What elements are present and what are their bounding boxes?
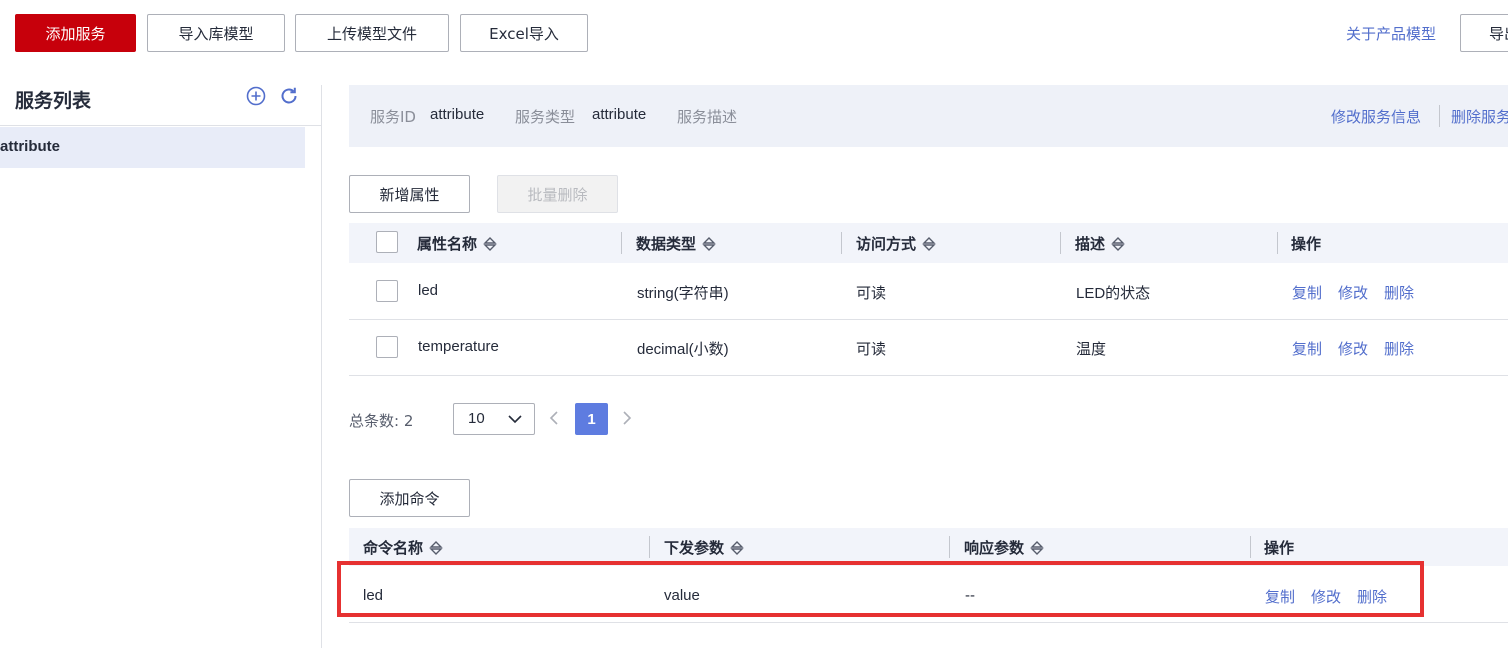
- col-data-type[interactable]: 数据类型: [636, 233, 716, 254]
- service-type-label: 服务类型: [515, 108, 576, 126]
- col-command-operations: 操作: [1264, 539, 1295, 557]
- total-count: 总条数: 2: [349, 412, 414, 430]
- property-name: led: [418, 282, 439, 299]
- edit-link[interactable]: 修改: [1338, 338, 1368, 359]
- property-access: 可读: [856, 340, 887, 358]
- col-response-params[interactable]: 响应参数: [964, 537, 1044, 558]
- row-checkbox[interactable]: [376, 336, 398, 358]
- add-circle-icon[interactable]: [246, 86, 266, 110]
- property-desc: LED的状态: [1076, 285, 1151, 302]
- service-list-title: 服务列表: [15, 90, 92, 112]
- col-separator[interactable]: [649, 536, 650, 558]
- excel-import-button[interactable]: Excel导入: [460, 14, 588, 52]
- edit-service-link[interactable]: 修改服务信息: [1331, 106, 1421, 127]
- refresh-icon[interactable]: [278, 85, 300, 111]
- service-id-label: 服务ID: [370, 108, 416, 126]
- col-separator[interactable]: [949, 536, 950, 558]
- select-all-checkbox[interactable]: [376, 231, 398, 253]
- sort-icon[interactable]: [730, 540, 744, 556]
- table-row: temperature decimal(小数) 可读 温度 复制 修改 删除: [349, 320, 1508, 376]
- export-button[interactable]: 导出: [1460, 14, 1508, 52]
- sort-icon[interactable]: [702, 236, 716, 252]
- page-size-select[interactable]: 10: [453, 403, 535, 435]
- copy-link[interactable]: 复制: [1292, 338, 1322, 359]
- page-size-value: 10: [468, 410, 485, 427]
- col-operations: 操作: [1291, 235, 1322, 253]
- page-number[interactable]: 1: [575, 403, 608, 435]
- add-service-button[interactable]: 添加服务: [15, 14, 136, 52]
- highlight-box: [337, 561, 1424, 617]
- delete-link[interactable]: 删除: [1384, 282, 1414, 303]
- left-divider: [0, 125, 322, 126]
- batch-delete-button[interactable]: 批量删除: [497, 175, 618, 213]
- sort-icon[interactable]: [429, 540, 443, 556]
- col-separator[interactable]: [1060, 232, 1061, 254]
- col-description[interactable]: 描述: [1075, 233, 1125, 254]
- add-property-button[interactable]: 新增属性: [349, 175, 470, 213]
- prev-page-icon[interactable]: [549, 410, 559, 430]
- property-desc: 温度: [1076, 340, 1107, 358]
- upload-model-button[interactable]: 上传模型文件: [295, 14, 449, 52]
- col-property-name[interactable]: 属性名称: [417, 233, 497, 254]
- property-type: decimal(小数): [637, 341, 729, 358]
- chevron-down-icon: [508, 415, 522, 424]
- row-checkbox[interactable]: [376, 280, 398, 302]
- edit-link[interactable]: 修改: [1338, 282, 1368, 303]
- service-id-value: attribute: [430, 106, 485, 123]
- delete-link[interactable]: 删除: [1384, 338, 1414, 359]
- col-separator[interactable]: [1250, 536, 1251, 558]
- service-list-item-label: attribute: [0, 138, 60, 155]
- property-type: string(字符串): [637, 285, 729, 302]
- sort-icon[interactable]: [922, 236, 936, 252]
- table-row: led string(字符串) 可读 LED的状态 复制 修改 删除: [349, 263, 1508, 320]
- service-info-bar: 服务ID attribute 服务类型 attribute 服务描述 修改服务信…: [349, 85, 1508, 147]
- about-model-link[interactable]: 关于产品模型: [1346, 23, 1436, 44]
- copy-link[interactable]: 复制: [1292, 282, 1322, 303]
- service-type-value: attribute: [592, 106, 647, 123]
- sort-icon[interactable]: [1030, 540, 1044, 556]
- sort-icon[interactable]: [1111, 236, 1125, 252]
- col-access[interactable]: 访问方式: [856, 233, 936, 254]
- import-model-button[interactable]: 导入库模型: [147, 14, 285, 52]
- delete-service-link[interactable]: 删除服务: [1451, 106, 1508, 127]
- add-command-button[interactable]: 添加命令: [349, 479, 470, 517]
- col-separator[interactable]: [1277, 232, 1278, 254]
- sort-icon[interactable]: [483, 236, 497, 252]
- col-command-name[interactable]: 命令名称: [363, 537, 443, 558]
- panel-divider: [321, 85, 322, 648]
- service-desc-label: 服务描述: [677, 108, 738, 126]
- service-list-item[interactable]: attribute: [0, 127, 305, 168]
- col-separator[interactable]: [621, 232, 622, 254]
- property-name: temperature: [418, 338, 499, 355]
- property-access: 可读: [856, 284, 887, 302]
- property-table-header: 属性名称 数据类型 访问方式 描述 操作: [349, 223, 1508, 263]
- col-send-params[interactable]: 下发参数: [664, 537, 744, 558]
- col-separator[interactable]: [841, 232, 842, 254]
- info-separator: [1439, 105, 1440, 127]
- next-page-icon[interactable]: [622, 410, 632, 430]
